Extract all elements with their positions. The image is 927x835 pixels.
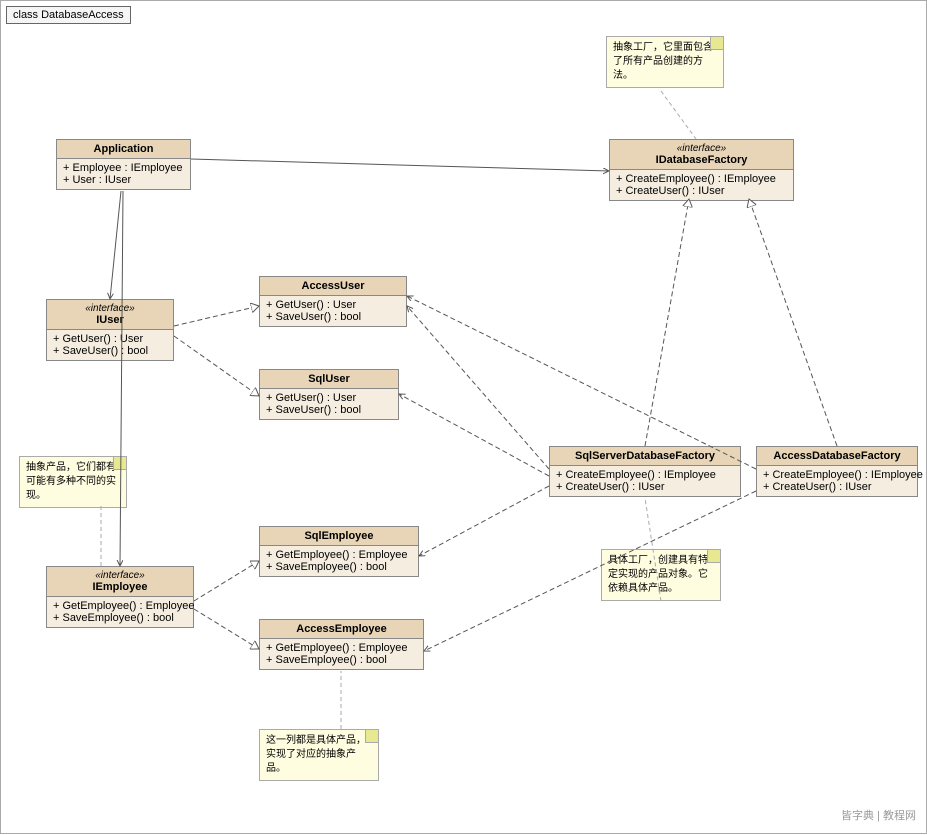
sqlserverfactory-body: + CreateEmployee() : IEmployee + CreateU…: [550, 466, 740, 496]
iuser-title: «interface» IUser: [47, 300, 173, 330]
diagram-container: class DatabaseAccess Application + Emplo…: [0, 0, 927, 834]
sqluser-body: + GetUser() : User + SaveUser() : bool: [260, 389, 398, 419]
accessuser-class: AccessUser + GetUser() : User + SaveUser…: [259, 276, 407, 327]
idatabasefactory-body: + CreateEmployee() : IEmployee + CreateU…: [610, 170, 793, 200]
sqluser-title: SqlUser: [260, 370, 398, 389]
watermark: 皆字典 | 教程网: [841, 807, 916, 823]
iuser-body: + GetUser() : User + SaveUser() : bool: [47, 330, 173, 360]
application-body: + Employee : IEmployee + User : IUser: [57, 159, 190, 189]
sqluser-class: SqlUser + GetUser() : User + SaveUser() …: [259, 369, 399, 420]
accessfactory-class: AccessDatabaseFactory + CreateEmployee()…: [756, 446, 918, 497]
sqlemployee-body: + GetEmployee() : Employee + SaveEmploye…: [260, 546, 418, 576]
accessemployee-class: AccessEmployee + GetEmployee() : Employe…: [259, 619, 424, 670]
sqlserverfactory-class: SqlServerDatabaseFactory + CreateEmploye…: [549, 446, 741, 497]
iemployee-body: + GetEmployee() : Employee + SaveEmploye…: [47, 597, 193, 627]
accessuser-body: + GetUser() : User + SaveUser() : bool: [260, 296, 406, 326]
iemployee-class: «interface» IEmployee + GetEmployee() : …: [46, 566, 194, 628]
accessfactory-body: + CreateEmployee() : IEmployee + CreateU…: [757, 466, 917, 496]
note-concrete-factory: 具体工厂，创建具有特定实现的产品对象。它依赖具体产品。: [601, 549, 721, 601]
accessfactory-title: AccessDatabaseFactory: [757, 447, 917, 466]
sqlemployee-class: SqlEmployee + GetEmployee() : Employee +…: [259, 526, 419, 577]
accessemployee-body: + GetEmployee() : Employee + SaveEmploye…: [260, 639, 423, 669]
iemployee-title: «interface» IEmployee: [47, 567, 193, 597]
accessuser-title: AccessUser: [260, 277, 406, 296]
idatabasefactory-class: «interface» IDatabaseFactory + CreateEmp…: [609, 139, 794, 201]
application-title: Application: [57, 140, 190, 159]
sqlserverfactory-title: SqlServerDatabaseFactory: [550, 447, 740, 466]
note-concrete-product: 这一列都是具体产品，实现了对应的抽象产品。: [259, 729, 379, 781]
note-factory-abstract: 抽象工厂，它里面包含了所有产品创建的方法。: [606, 36, 724, 88]
idatabasefactory-title: «interface» IDatabaseFactory: [610, 140, 793, 170]
diagram-arrows: [1, 1, 927, 835]
note-abstract-product: 抽象产品，它们都有可能有多种不同的实现。: [19, 456, 127, 508]
diagram-title: class DatabaseAccess: [6, 6, 131, 24]
iuser-class: «interface» IUser + GetUser() : User + S…: [46, 299, 174, 361]
application-class: Application + Employee : IEmployee + Use…: [56, 139, 191, 190]
sqlemployee-title: SqlEmployee: [260, 527, 418, 546]
accessemployee-title: AccessEmployee: [260, 620, 423, 639]
